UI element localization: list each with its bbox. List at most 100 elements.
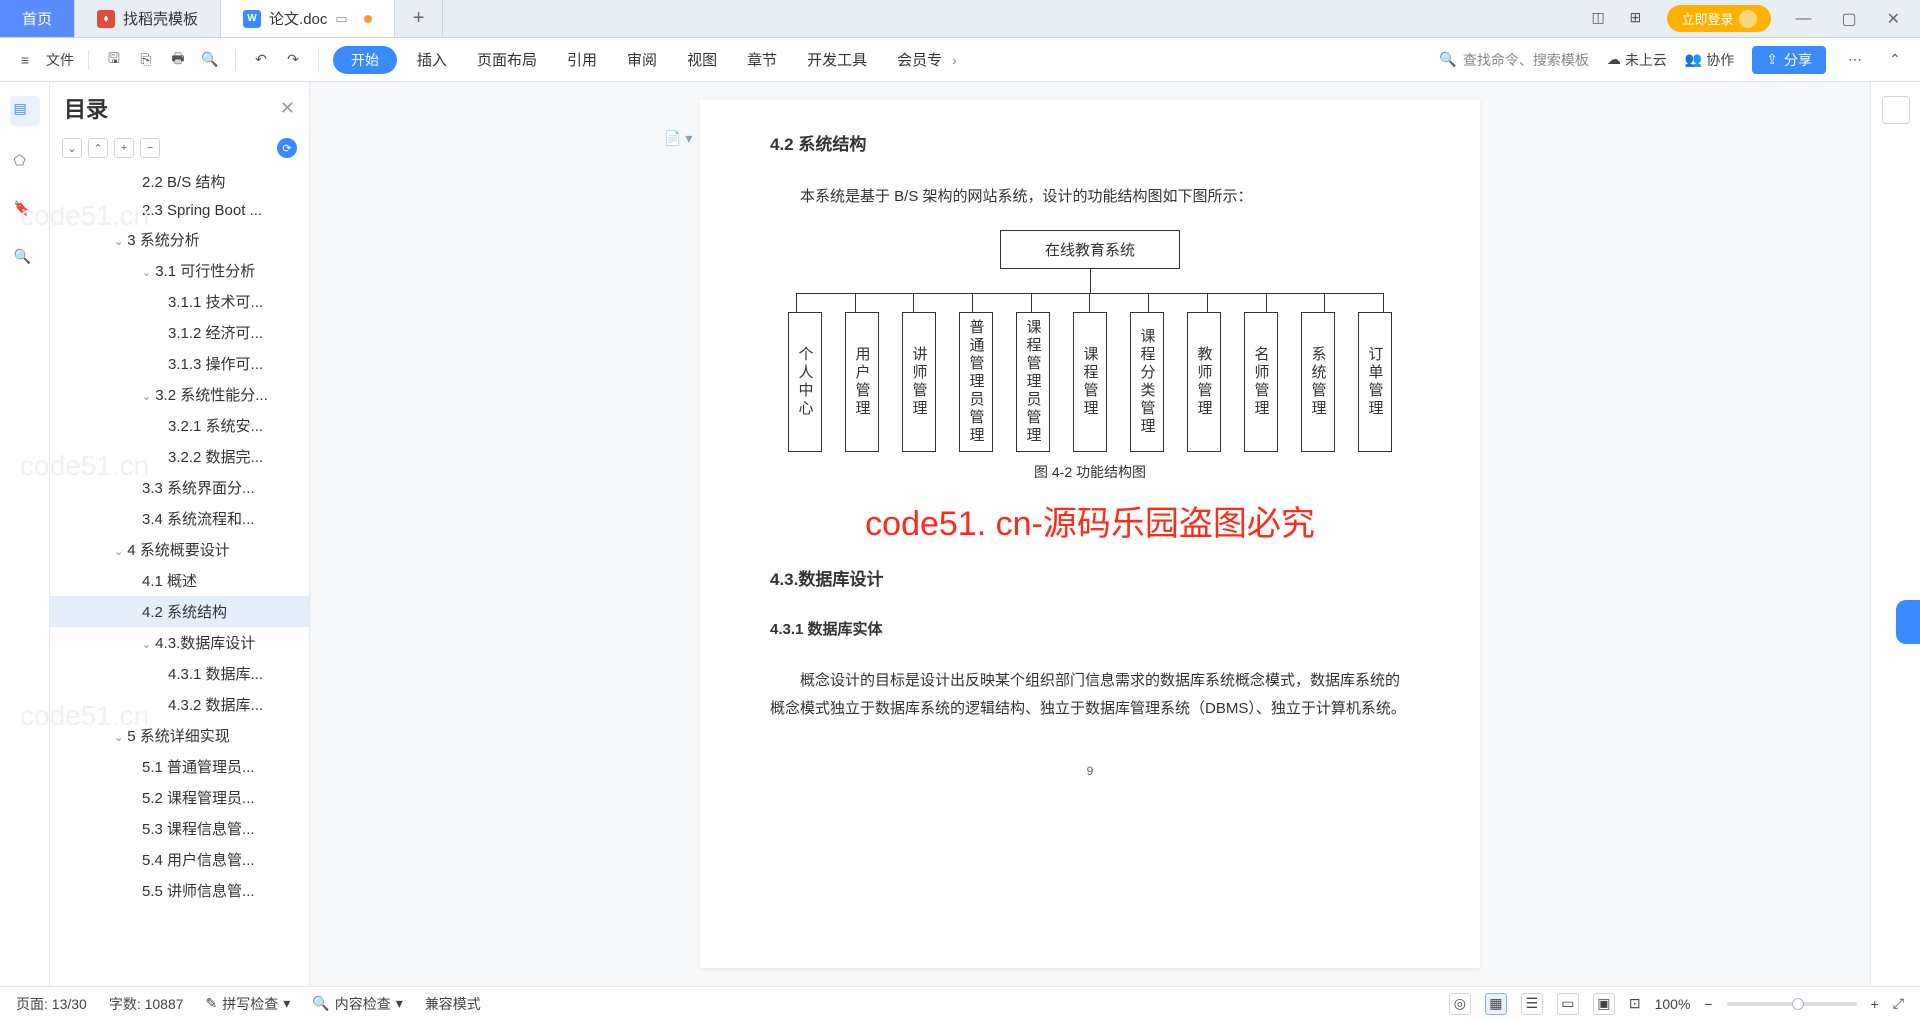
menu-start[interactable]: 开始 xyxy=(333,46,397,74)
outline-item[interactable]: ⌄3.2 系统性能分... xyxy=(50,379,309,410)
spellcheck-button[interactable]: ✎ 拼写检查 ▾ xyxy=(206,994,291,1014)
shape-icon[interactable]: ⬠ xyxy=(14,152,36,174)
outline-item[interactable]: ⌄3 系统分析 xyxy=(50,224,309,255)
zoom-slider[interactable] xyxy=(1727,1002,1857,1006)
menu-会员专[interactable]: 会员专 xyxy=(897,49,942,70)
search-icon[interactable]: 🔍 xyxy=(14,248,36,270)
outline-item[interactable]: 5.5 讲师信息管... xyxy=(50,875,309,906)
zoom-out-icon[interactable]: − xyxy=(1704,996,1712,1012)
menu-页面布局[interactable]: 页面布局 xyxy=(477,49,537,70)
file-menu[interactable]: 文件 xyxy=(46,50,74,70)
fit-icon[interactable]: ⊡ xyxy=(1629,995,1641,1012)
focus-mode-icon[interactable]: ◎ xyxy=(1449,993,1471,1015)
outline-icon[interactable]: ▤ xyxy=(10,96,40,126)
tab-template[interactable]: ♦找稻壳模板 xyxy=(75,0,221,37)
word-count[interactable]: 字数: 10887 xyxy=(109,994,184,1014)
zoom-value[interactable]: 100% xyxy=(1655,996,1691,1012)
document-viewport[interactable]: 📄 ▾ 4.2 系统结构 本系统是基于 B/S 架构的网站系统，设计的功能结构图… xyxy=(310,82,1870,986)
command-search[interactable]: 🔍 查找命令、搜索模板 xyxy=(1439,50,1588,70)
outline-item[interactable]: ⌄3.1 可行性分析 xyxy=(50,255,309,286)
outline-item-label: 4 系统概要设计 xyxy=(127,542,230,559)
word-icon: W xyxy=(243,10,261,28)
outline-item[interactable]: 5.2 课程管理员... xyxy=(50,782,309,813)
fullscreen-icon[interactable]: ⤢ xyxy=(1893,995,1904,1012)
diagram-node: 普通管理员管理 xyxy=(959,312,993,452)
outline-item-label: 5 系统详细实现 xyxy=(127,728,230,745)
save-icon[interactable]: 🖫 xyxy=(103,49,125,71)
outline-item[interactable]: 3.1.2 经济可... xyxy=(50,317,309,348)
content-check-button[interactable]: 🔍 内容检查 ▾ xyxy=(312,994,402,1014)
diagram-node: 课程管理 xyxy=(1073,312,1107,452)
outline-item[interactable]: 2.3 Spring Boot ... xyxy=(50,197,309,224)
outline-item[interactable]: 3.1.1 技术可... xyxy=(50,286,309,317)
menu-引用[interactable]: 引用 xyxy=(567,49,597,70)
outline-item-label: 3.1.1 技术可... xyxy=(168,294,263,311)
zoom-in-icon[interactable]: + xyxy=(1871,996,1879,1012)
outline-item[interactable]: 4.3.2 数据库... xyxy=(50,689,309,720)
undo-icon[interactable]: ↶ xyxy=(250,49,272,71)
close-button[interactable]: ✕ xyxy=(1881,9,1906,29)
cloud-status[interactable]: ☁ 未上云 xyxy=(1607,50,1667,70)
menu-章节[interactable]: 章节 xyxy=(747,49,777,70)
minimize-button[interactable]: — xyxy=(1789,10,1817,28)
outline-view-icon[interactable]: ☰ xyxy=(1521,993,1543,1015)
collapse-all-icon[interactable]: ⌄ xyxy=(62,138,82,158)
layout-icon[interactable]: ◫ xyxy=(1591,9,1611,29)
more-icon[interactable]: ⋯ xyxy=(1844,49,1866,71)
reading-view-icon[interactable]: ▣ xyxy=(1593,993,1615,1015)
remove-icon[interactable]: − xyxy=(140,138,160,158)
outline-item[interactable]: 4.1 概述 xyxy=(50,565,309,596)
outline-item[interactable]: ⌄4 系统概要设计 xyxy=(50,534,309,565)
outline-item[interactable]: 3.3 系统界面分... xyxy=(50,472,309,503)
menu-审阅[interactable]: 审阅 xyxy=(627,49,657,70)
menu-开发工具[interactable]: 开发工具 xyxy=(807,49,867,70)
print-icon[interactable]: 🖶 xyxy=(167,49,189,71)
outline-panel: 目录 ✕ ⌄ ⌃ + − ⟳ 2.2 B/S 结构2.3 Spring Boot… xyxy=(50,82,310,986)
collab-button[interactable]: 👥 协作 xyxy=(1685,50,1734,70)
paragraph: 本系统是基于 B/S 架构的网站系统，设计的功能结构图如下图所示： xyxy=(770,183,1410,212)
outline-item[interactable]: 3.1.3 操作可... xyxy=(50,348,309,379)
page-view-icon[interactable]: ▦ xyxy=(1485,993,1507,1015)
collapse-ribbon-icon[interactable]: ⌃ xyxy=(1884,49,1906,71)
save-as-icon[interactable]: ⎘ xyxy=(135,49,157,71)
maximize-button[interactable]: ▢ xyxy=(1835,9,1862,29)
web-view-icon[interactable]: ▭ xyxy=(1557,993,1579,1015)
outline-item[interactable]: 5.1 普通管理员... xyxy=(50,751,309,782)
login-button[interactable]: 立即登录 xyxy=(1667,5,1771,32)
menu-插入[interactable]: 插入 xyxy=(417,49,447,70)
tab-new[interactable]: + xyxy=(395,0,444,37)
outline-item[interactable]: ⌄4.3.数据库设计 xyxy=(50,627,309,658)
page-indicator[interactable]: 页面: 13/30 xyxy=(16,994,87,1014)
outline-item[interactable]: 5.3 课程信息管... xyxy=(50,813,309,844)
ribbon: ≡ 文件 🖫 ⎘ 🖶 🔍 ↶ ↷ 开始 插入 页面布局 引用 审阅 视图 章节 开发工具 会员… xyxy=(0,38,1920,82)
sync-icon[interactable]: ⟳ xyxy=(277,138,297,158)
outline-item[interactable]: 4.2 系统结构 xyxy=(50,596,309,627)
tab-document[interactable]: W论文.doc▭ xyxy=(221,0,395,37)
outline-item[interactable]: 2.2 B/S 结构 xyxy=(50,166,309,197)
preview-icon[interactable]: 🔍 xyxy=(199,49,221,71)
outline-item-label: 5.3 课程信息管... xyxy=(142,821,255,838)
apps-icon[interactable]: ⊞ xyxy=(1629,9,1649,29)
close-panel-icon[interactable]: ✕ xyxy=(280,98,295,119)
compat-mode[interactable]: 兼容模式 xyxy=(425,994,481,1014)
share-button[interactable]: ⇪ 分享 xyxy=(1752,46,1826,74)
side-tab[interactable] xyxy=(1896,600,1920,644)
outline-item[interactable]: 3.2.1 系统安... xyxy=(50,410,309,441)
right-tool-icon[interactable] xyxy=(1882,96,1910,124)
cloud-label: 未上云 xyxy=(1625,50,1667,70)
tab-home[interactable]: 首页 xyxy=(0,0,75,37)
outline-item[interactable]: 4.3.1 数据库... xyxy=(50,658,309,689)
diagram-node: 教师管理 xyxy=(1187,312,1221,452)
outline-item[interactable]: 5.4 用户信息管... xyxy=(50,844,309,875)
outline-item[interactable]: 3.4 系统流程和... xyxy=(50,503,309,534)
add-icon[interactable]: + xyxy=(114,138,134,158)
page-number: 9 xyxy=(770,764,1410,778)
diagram-node: 讲师管理 xyxy=(902,312,936,452)
menu-视图[interactable]: 视图 xyxy=(687,49,717,70)
expand-all-icon[interactable]: ⌃ xyxy=(88,138,108,158)
redo-icon[interactable]: ↷ xyxy=(282,49,304,71)
outline-item[interactable]: 3.2.2 数据完... xyxy=(50,441,309,472)
outline-item[interactable]: ⌄5 系统详细实现 xyxy=(50,720,309,751)
menu-icon[interactable]: ≡ xyxy=(14,49,36,71)
bookmark-icon[interactable]: 🔖 xyxy=(14,200,36,222)
